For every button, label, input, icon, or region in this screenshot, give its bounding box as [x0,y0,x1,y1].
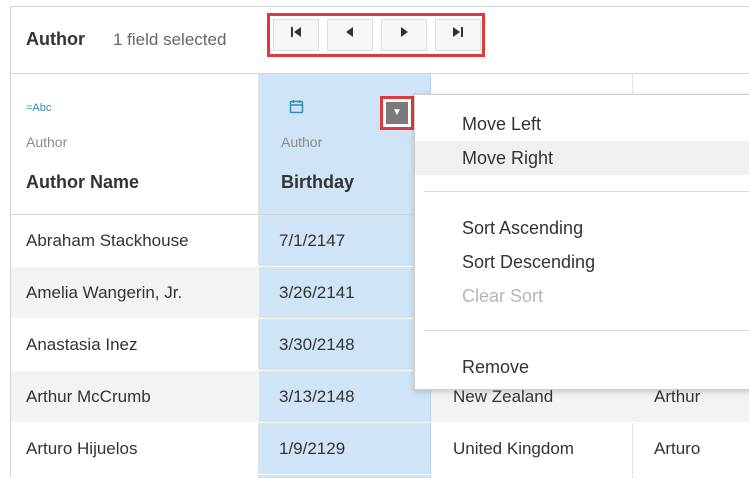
cell-birthday[interactable]: 3/30/2148 [259,319,431,370]
menu-separator [424,330,749,331]
column-source-author: Author [26,134,68,150]
menu-item-sort-ascending[interactable]: Sort Ascending [415,211,749,245]
cell-birthday[interactable]: 3/26/2141 [259,267,431,318]
column-header-birthday[interactable]: Birthday [281,172,354,193]
selection-status: 1 field selected [113,30,227,49]
cell-author-name[interactable]: Anastasia Inez [11,319,259,370]
menu-separator [424,191,749,192]
menu-item-clear-sort: Clear Sort [462,286,544,306]
first-icon [289,27,303,42]
cell-country[interactable]: United Kingdom [431,423,633,474]
next-field-button[interactable] [381,19,427,51]
table-row[interactable]: Arturo Hijuelos 1/9/2129 United Kingdom … [11,423,749,475]
menu-item-move-right[interactable]: Move Right [415,141,749,175]
first-field-button[interactable] [273,19,319,51]
cell-author-name[interactable]: Arthur McCrumb [11,371,259,422]
cell-birthday[interactable]: 3/13/2148 [259,371,431,422]
column-header-author-name[interactable]: Author Name [26,172,139,193]
cell-author-name[interactable]: Amelia Wangerin, Jr. [11,267,259,318]
previous-icon [343,27,357,42]
menu-item-remove[interactable]: Remove [415,350,749,384]
previous-field-button[interactable] [327,19,373,51]
string-type-icon[interactable]: =Abc [26,102,51,114]
cell-birthday[interactable]: 7/1/2147 [259,215,431,266]
last-field-button[interactable] [435,19,481,51]
table-title: Author [26,29,85,49]
date-type-icon[interactable] [289,99,304,117]
cell-author-name[interactable]: Abraham Stackhouse [11,215,259,266]
chevron-down-icon: ▼ [386,102,408,124]
column-context-menu: Move Left Move Right Sort Ascending Sort… [414,94,749,390]
cell-birthday[interactable]: 1/9/2129 [259,423,431,474]
cell-first-name[interactable]: Arturo [633,423,749,474]
field-navigation-group [267,13,485,57]
column-source-author-2: Author [281,134,323,150]
cell-author-name[interactable]: Arturo Hijuelos [11,423,259,474]
next-icon [397,27,411,42]
data-grid-frame: Author 1 field selected =Abc Author Auth… [10,6,749,478]
menu-item-sort-descending[interactable]: Sort Descending [415,245,749,279]
last-icon [451,27,465,42]
menu-item-move-left[interactable]: Move Left [415,107,749,141]
toolbar: Author 1 field selected [11,7,749,74]
column-menu-button[interactable]: ▼ [380,96,414,130]
